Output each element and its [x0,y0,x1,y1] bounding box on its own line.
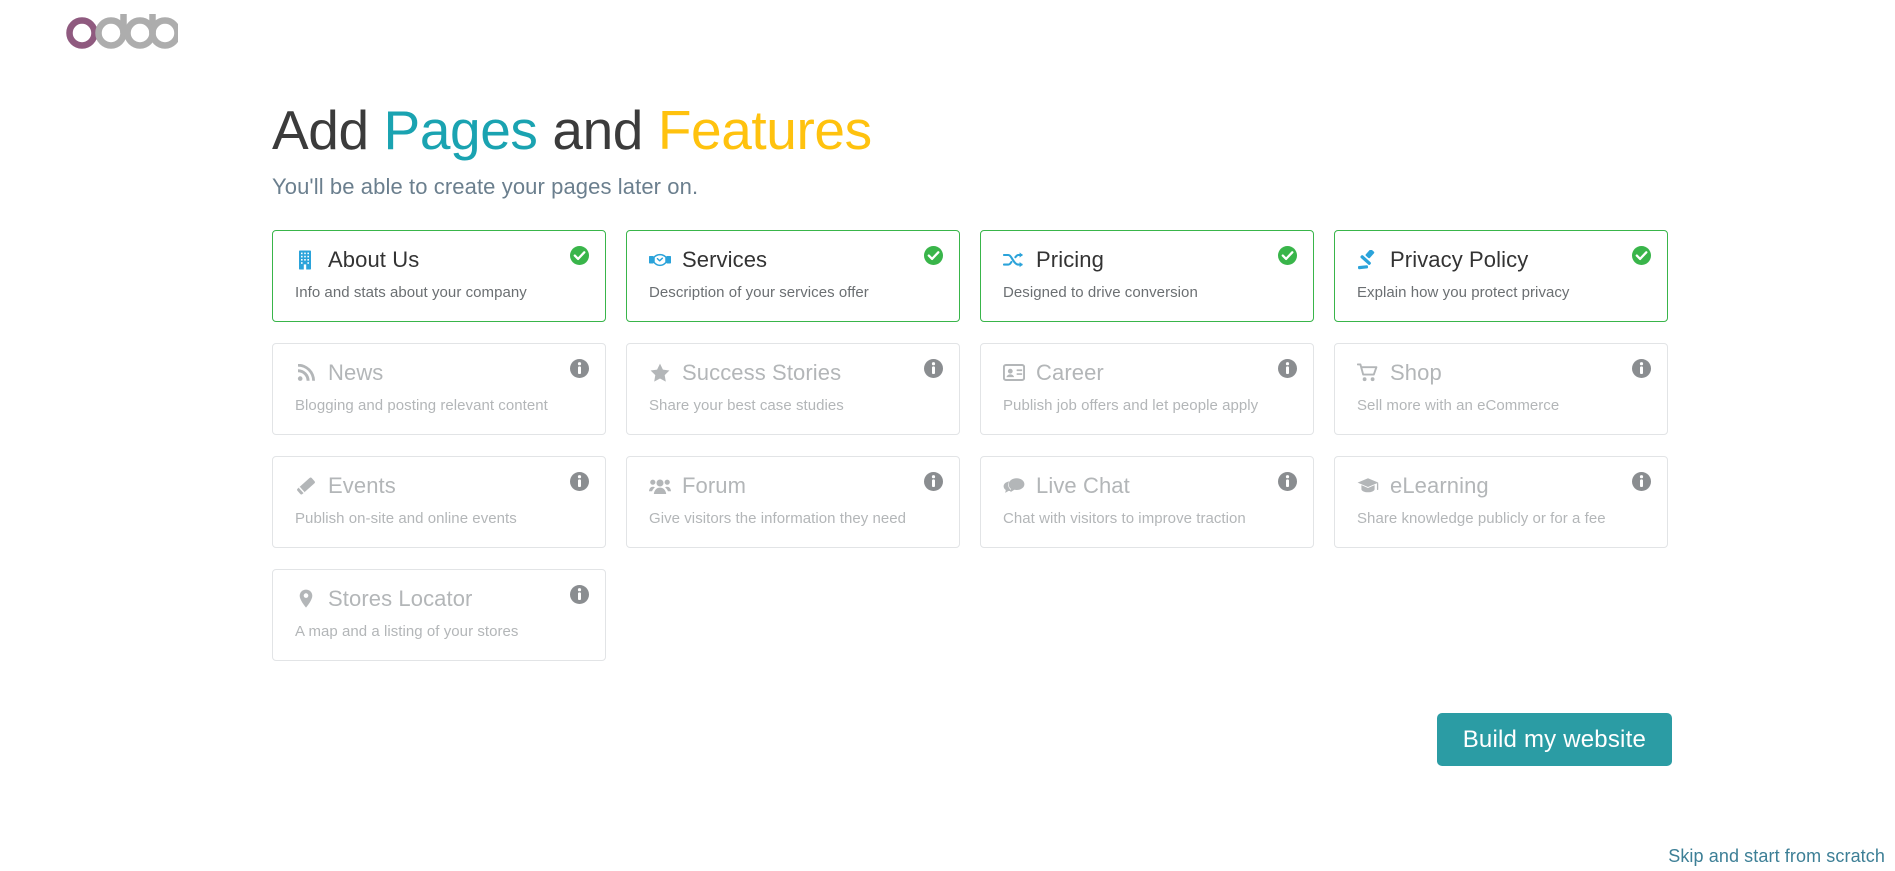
feature-card-privacy-policy[interactable]: Privacy Policy Explain how you protect pr… [1334,229,1668,322]
card-title: Forum [682,472,747,498]
card-header: Shop [1357,358,1649,388]
card-title: eLearning [1390,472,1489,498]
card-header: Privacy Policy [1357,245,1649,275]
star-icon [649,362,671,384]
users-icon [649,475,671,497]
check-circle-icon[interactable] [924,245,943,265]
info-circle-icon[interactable] [570,358,589,378]
shuffle-icon [1003,249,1025,271]
card-header: Services [649,245,941,275]
card-header: eLearning [1357,471,1649,501]
card-header: About Us [295,245,587,275]
page-title: Add Pages and Features [272,100,1672,161]
feature-card-news[interactable]: News Blogging and posting relevant conten… [272,342,606,435]
page-subtitle: You'll be able to create your pages late… [272,173,699,199]
info-circle-icon[interactable] [1278,471,1297,491]
check-circle-icon[interactable] [1278,245,1297,265]
info-circle-icon[interactable] [1278,358,1297,378]
card-description: Sell more with an eCommerce [1357,396,1560,414]
odoo-logo[interactable] [66,8,178,54]
feature-card-live-chat[interactable]: Live Chat Chat with visitors to improve t… [980,455,1314,548]
website-configurator-page: Add Pages and Features You'll be able to… [0,0,1895,871]
rss-icon [295,362,317,384]
comments-icon [1003,475,1025,497]
info-circle-icon[interactable] [570,471,589,491]
card-title: Services [682,246,768,272]
feature-card-grid: About Us Info and stats about your compan… [272,229,1668,661]
configurator-content: Add Pages and Features You'll be able to… [272,100,1672,661]
card-description: Share your best case studies [649,396,844,414]
card-description: Publish on-site and online events [295,509,517,527]
feature-card-services[interactable]: Services Description of your services off… [626,229,960,322]
card-description: Chat with visitors to improve traction [1003,509,1246,527]
card-description: Explain how you protect privacy [1357,283,1570,301]
check-circle-icon[interactable] [1632,245,1651,265]
card-header: Stores Locator [295,584,587,614]
card-header: Forum [649,471,941,501]
build-my-website-button[interactable]: Build my website [1436,713,1672,766]
page-title-part1: Add [272,99,384,161]
card-header: Live Chat [1003,471,1295,501]
card-header: Success Stories [649,358,941,388]
check-circle-icon[interactable] [570,245,589,265]
card-description: Give visitors the information they need [649,509,907,527]
ticket-icon [295,475,317,497]
feature-card-elearning[interactable]: eLearning Share knowledge publicly or for… [1334,455,1668,548]
card-title: About Us [328,246,420,272]
card-header: News [295,358,587,388]
info-circle-icon[interactable] [570,584,589,604]
info-circle-icon[interactable] [1632,358,1651,378]
card-header: Career [1003,358,1295,388]
feature-card-events[interactable]: Events Publish on-site and online events [272,455,606,548]
shopping-cart-icon [1357,362,1379,384]
card-description: Description of your services offer [649,283,869,301]
card-title: News [328,359,384,385]
page-title-part2: and [537,99,658,161]
card-title: Live Chat [1036,472,1130,498]
card-title: Events [328,472,396,498]
actions-row: Build my website [272,713,1672,766]
card-description: Designed to drive conversion [1003,283,1198,301]
card-description: Info and stats about your company [295,283,527,301]
feature-card-stores-locator[interactable]: Stores Locator A map and a listing of you… [272,568,606,661]
card-description: Share knowledge publicly or for a fee [1357,509,1606,527]
card-title: Shop [1390,359,1442,385]
card-description: Publish job offers and let people apply [1003,396,1259,414]
info-circle-icon[interactable] [924,358,943,378]
feature-card-career[interactable]: Career Publish job offers and let people … [980,342,1314,435]
skip-row: Skip and start from scratch [0,846,1895,867]
page-title-accent-features: Features [657,99,872,161]
info-circle-icon[interactable] [1632,471,1651,491]
card-description: A map and a listing of your stores [295,622,519,640]
id-card-icon [1003,362,1025,384]
feature-card-pricing[interactable]: Pricing Designed to drive conversion [980,229,1314,322]
map-pin-icon [295,588,317,610]
card-header: Pricing [1003,245,1295,275]
feature-card-about-us[interactable]: About Us Info and stats about your compan… [272,229,606,322]
info-circle-icon[interactable] [924,471,943,491]
feature-card-shop[interactable]: Shop Sell more with an eCommerce [1334,342,1668,435]
feature-card-success-stories[interactable]: Success Stories Share your best case stud… [626,342,960,435]
feature-card-forum[interactable]: Forum Give visitors the information they … [626,455,960,548]
card-title: Success Stories [682,359,842,385]
graduation-cap-icon [1357,475,1379,497]
building-icon [295,249,317,271]
card-title: Career [1036,359,1104,385]
card-title: Pricing [1036,246,1104,272]
handshake-icon [649,249,671,271]
card-title: Stores Locator [328,585,473,611]
card-description: Blogging and posting relevant content [295,396,548,414]
card-title: Privacy Policy [1390,246,1529,272]
card-header: Events [295,471,587,501]
skip-and-start-from-scratch-link[interactable]: Skip and start from scratch [1668,846,1885,866]
gavel-icon [1357,249,1379,271]
page-title-accent-pages: Pages [383,99,538,161]
